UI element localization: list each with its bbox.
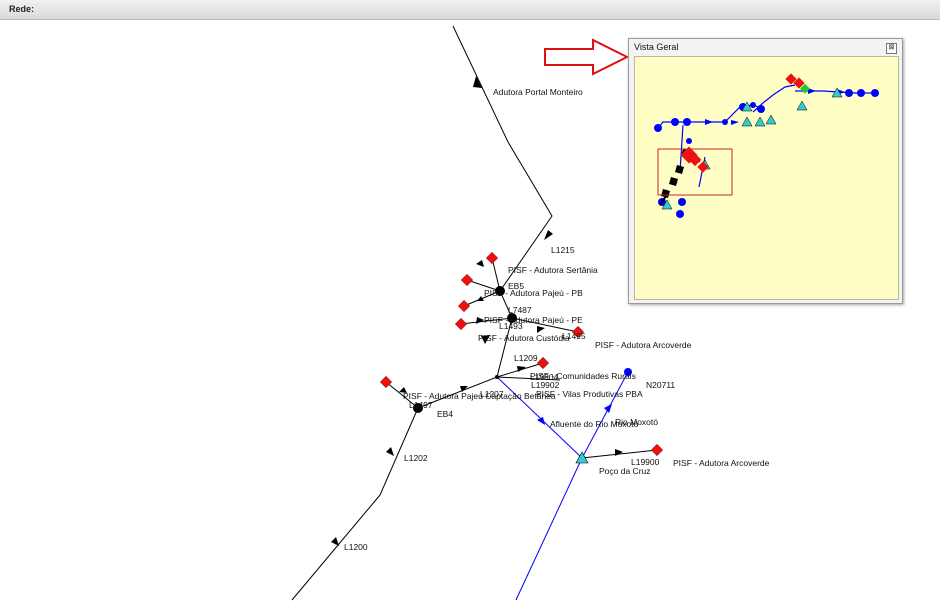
pipe-rio-moxoto[interactable]: [581, 371, 629, 459]
overview-map[interactable]: [634, 56, 899, 300]
network-label: PISF - Adutora Custódia: [478, 333, 570, 343]
flow-arrow: [615, 449, 623, 456]
network-label: PISF - Adutora Sertânia: [508, 265, 598, 275]
callout-arrow-icon: [544, 38, 630, 76]
network-label: N20711: [646, 380, 675, 390]
flow-arrow: [331, 537, 339, 546]
network-label: L1497: [409, 400, 433, 410]
flow-arrow: [537, 326, 545, 333]
network-label: PISF - Adutora Arcoverde: [595, 340, 692, 350]
close-icon[interactable]: ⊠: [886, 43, 897, 54]
flow-arrow-blue: [604, 404, 612, 413]
reservoir-arcoverde-2[interactable]: [650, 443, 664, 457]
network-label: PISF - Adutora Arcoverde: [673, 458, 770, 468]
network-label: Adutora Portal Monteiro: [493, 87, 583, 97]
flow-arrow: [544, 230, 553, 240]
reservoir-pajeu-pb-1[interactable]: [460, 273, 474, 287]
network-label: L19904: [530, 372, 559, 382]
flow-arrow: [386, 447, 394, 456]
pipe-poco-da-cruz-out[interactable]: [515, 457, 583, 601]
reservoir-sertania[interactable]: [485, 251, 499, 265]
panel-title: Rede:: [9, 4, 35, 14]
overview-title: Vista Geral: [634, 42, 679, 52]
network-panel-titlebar: Rede:: [0, 0, 940, 20]
network-label: L1493: [499, 321, 523, 331]
network-label: PISF - Adutora Pajeú - PB: [484, 288, 583, 298]
network-label: L1209: [514, 353, 538, 363]
network-label: L7487: [508, 305, 532, 315]
flow-arrow: [476, 260, 484, 267]
junction[interactable]: [495, 375, 499, 379]
network-label: Poço da Cruz: [599, 466, 651, 476]
overview-window[interactable]: Vista Geral ⊠: [628, 38, 903, 304]
network-label: L1200: [344, 542, 368, 552]
pipe-portal-monteiro-upper[interactable]: [452, 25, 509, 143]
network-label: L1215: [551, 245, 575, 255]
network-label: L1495: [562, 331, 586, 341]
reservoir-captacao[interactable]: [379, 375, 393, 389]
reservoir-pajeu-pb-2[interactable]: [457, 299, 471, 313]
flow-arrow: [476, 317, 484, 324]
reservoir-pajeu-pe[interactable]: [454, 317, 468, 331]
reservoir-comunidades[interactable]: [536, 356, 550, 370]
network-label: Rio Moxotó: [615, 417, 658, 427]
pipe-sertania[interactable]: [491, 257, 501, 292]
network-label: EB4: [437, 409, 453, 419]
network-label: EB5: [508, 281, 524, 291]
network-label: L1202: [404, 453, 428, 463]
flow-arrow-blue: [537, 417, 545, 425]
pipe-l1202[interactable]: [379, 407, 419, 496]
network-label: L1207: [480, 389, 504, 399]
